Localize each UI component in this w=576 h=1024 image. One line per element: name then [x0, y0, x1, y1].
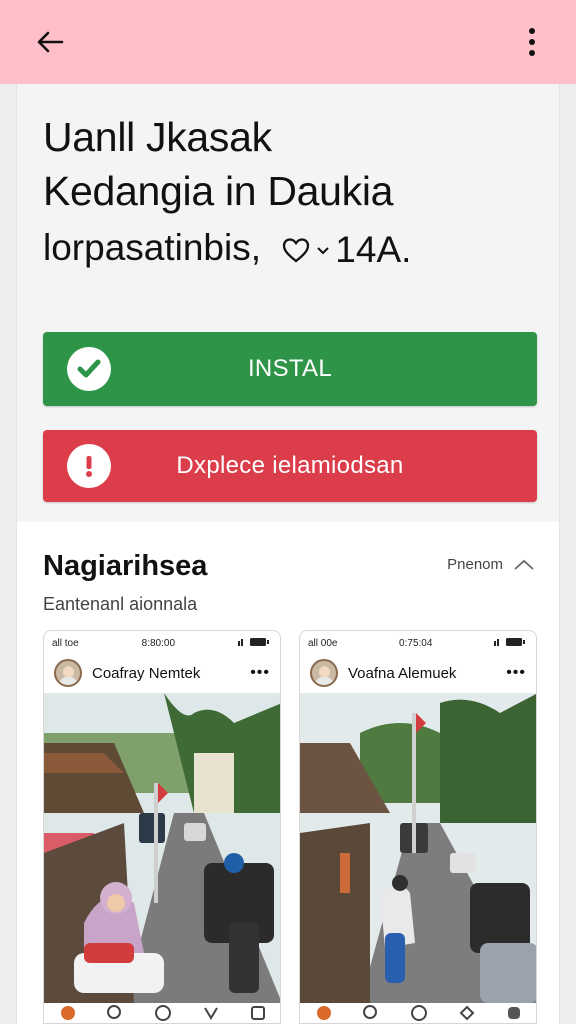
more-horiz-icon[interactable]: •••: [250, 664, 270, 682]
chevron-up-icon: [514, 559, 534, 570]
app-title-line2: Kedangia in Daukia: [43, 168, 394, 214]
street-photo: [44, 693, 280, 1003]
section-more-label: Pnenom: [447, 556, 503, 573]
install-button-label: INSTAL: [247, 355, 333, 382]
check-icon: [67, 347, 111, 391]
home-icon[interactable]: [59, 1004, 77, 1022]
danger-button[interactable]: Dxplece ielamiodsan: [43, 430, 537, 502]
more-vert-icon[interactable]: [512, 22, 552, 62]
status-time: 8:80:00: [141, 637, 176, 649]
clock-icon[interactable]: [154, 1004, 172, 1022]
arrow-left-icon[interactable]: [30, 22, 70, 62]
avatar: [54, 659, 82, 687]
rating-group: 14A.: [281, 224, 411, 276]
profile-icon[interactable]: [505, 1004, 523, 1022]
bookmark-icon[interactable]: [249, 1004, 267, 1022]
alert-icon: [67, 444, 111, 488]
app-title: Uanll Jkasak Kedangia in Daukia: [43, 110, 533, 218]
danger-button-label: Dxplece ielamiodsan: [176, 452, 404, 479]
phone-status-bar: all 00e 0:75:04: [300, 631, 536, 655]
search-icon[interactable]: [362, 1004, 380, 1022]
screenshot-card[interactable]: all 00e 0:75:04 Voafna Alemuek •••: [299, 630, 537, 1024]
clock-icon[interactable]: [410, 1004, 428, 1022]
post-author: Coafray Nemtek: [92, 664, 201, 682]
status-signal-text: all 00e: [308, 637, 338, 649]
screenshot-card[interactable]: all toe 8:80:00 Coafray Nemtek •••: [43, 630, 281, 1024]
app-subtitle: lorpasatinbis, 14A.: [43, 222, 533, 276]
app-header: Uanll Jkasak Kedangia in Daukia lorpasat…: [17, 84, 559, 312]
rating-count: 14A.: [335, 229, 412, 271]
chevron-down-icon: [317, 247, 330, 255]
post-header: Coafray Nemtek •••: [44, 655, 280, 691]
app-detail-page: Uanll Jkasak Kedangia in Daukia lorpasat…: [16, 84, 560, 1024]
post-header: Voafna Alemuek •••: [300, 655, 536, 691]
heart-icon: [283, 238, 310, 263]
post-author: Voafna Alemuek: [348, 664, 457, 682]
section-subtitle: Eantenanl aionnala: [43, 594, 198, 614]
home-icon[interactable]: [315, 1004, 333, 1022]
app-subtitle-text: lorpasatinbis,: [43, 227, 262, 268]
battery-icon: [494, 637, 528, 650]
more-horiz-icon[interactable]: •••: [506, 664, 526, 682]
street-photo: [300, 693, 536, 1003]
avatar: [310, 659, 338, 687]
install-button[interactable]: INSTAL: [43, 332, 537, 406]
search-icon[interactable]: [106, 1004, 124, 1022]
app-nav-bar: [300, 1001, 536, 1023]
app-bar: [0, 0, 576, 84]
section-title: Nagiarihsea: [43, 550, 208, 582]
battery-icon: [238, 637, 272, 650]
phone-status-bar: all toe 8:80:00: [44, 631, 280, 655]
section-more-link[interactable]: Pnenom: [447, 556, 535, 573]
tag-icon[interactable]: [458, 1004, 476, 1022]
status-time: 0:75:04: [399, 637, 433, 649]
status-signal-text: all toe: [52, 637, 79, 649]
app-title-line1: Uanll Jkasak: [43, 114, 272, 160]
heart-icon[interactable]: [202, 1004, 220, 1022]
screenshots-section: Nagiarihsea Pnenom Eantenanl aionnala al…: [17, 522, 559, 1024]
app-nav-bar: [44, 1001, 280, 1023]
